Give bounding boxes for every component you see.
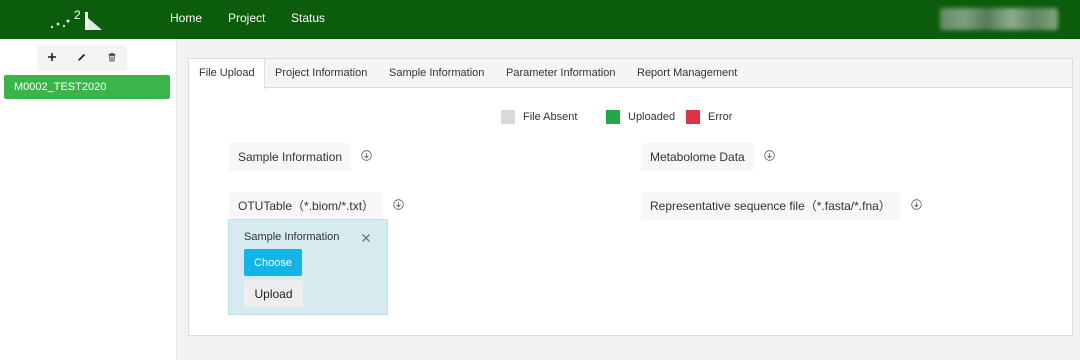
tab-parameter-information[interactable]: Parameter Information [506,59,615,88]
legend-label-uploaded: Uploaded [628,111,676,123]
tab-report-management[interactable]: Report Management [637,59,737,88]
tab-bar: File Upload Project Information Sample I… [189,59,1072,89]
popover-title: Sample Information [244,231,340,243]
metabolome-data-file[interactable]: Metabolome Data [641,143,754,171]
choose-file-button[interactable]: Choose [244,249,302,276]
close-icon[interactable] [359,231,373,245]
trash-icon [107,51,117,65]
delete-project-button[interactable] [97,45,127,71]
download-icon[interactable] [361,150,372,161]
legend-label-error: Error [708,111,733,123]
legend-swatch-uploaded [606,110,620,124]
legend-swatch-error [686,110,700,124]
add-icon [47,51,57,65]
main-panel: File Upload Project Information Sample I… [188,58,1073,336]
top-navbar: 2 Home Project Status [0,0,1080,39]
otu-table-file[interactable]: OTUTable（*.biom/*.txt） [229,192,384,220]
app-logo[interactable]: 2 [46,4,116,34]
nav-home[interactable]: Home [170,11,202,25]
sample-information-file[interactable]: Sample Information [229,143,352,171]
download-icon[interactable] [393,199,404,210]
download-icon[interactable] [764,150,775,161]
nav-project[interactable]: Project [228,11,265,25]
user-account-area[interactable] [940,8,1058,30]
upload-button[interactable]: Upload [244,280,303,307]
project-item[interactable]: M0002_TEST2020 [4,75,170,99]
legend-label-file-absent: File Absent [523,111,578,123]
download-icon[interactable] [911,199,922,210]
edit-project-button[interactable] [67,45,97,71]
nav-status[interactable]: Status [291,11,325,25]
edit-icon [77,51,87,65]
representative-sequence-file[interactable]: Representative sequence file（*.fasta/*.f… [641,192,900,220]
logo-superscript: 2 [74,8,81,22]
upload-popover: Sample Information Choose Upload [228,219,388,315]
add-project-button[interactable] [37,45,67,71]
tab-sample-information[interactable]: Sample Information [389,59,484,88]
tab-file-upload[interactable]: File Upload [189,59,265,89]
project-sidebar: M0002_TEST2020 [0,39,177,360]
sidebar-toolbar [37,45,127,71]
tab-project-information[interactable]: Project Information [275,59,367,88]
legend-swatch-file-absent [501,110,515,124]
